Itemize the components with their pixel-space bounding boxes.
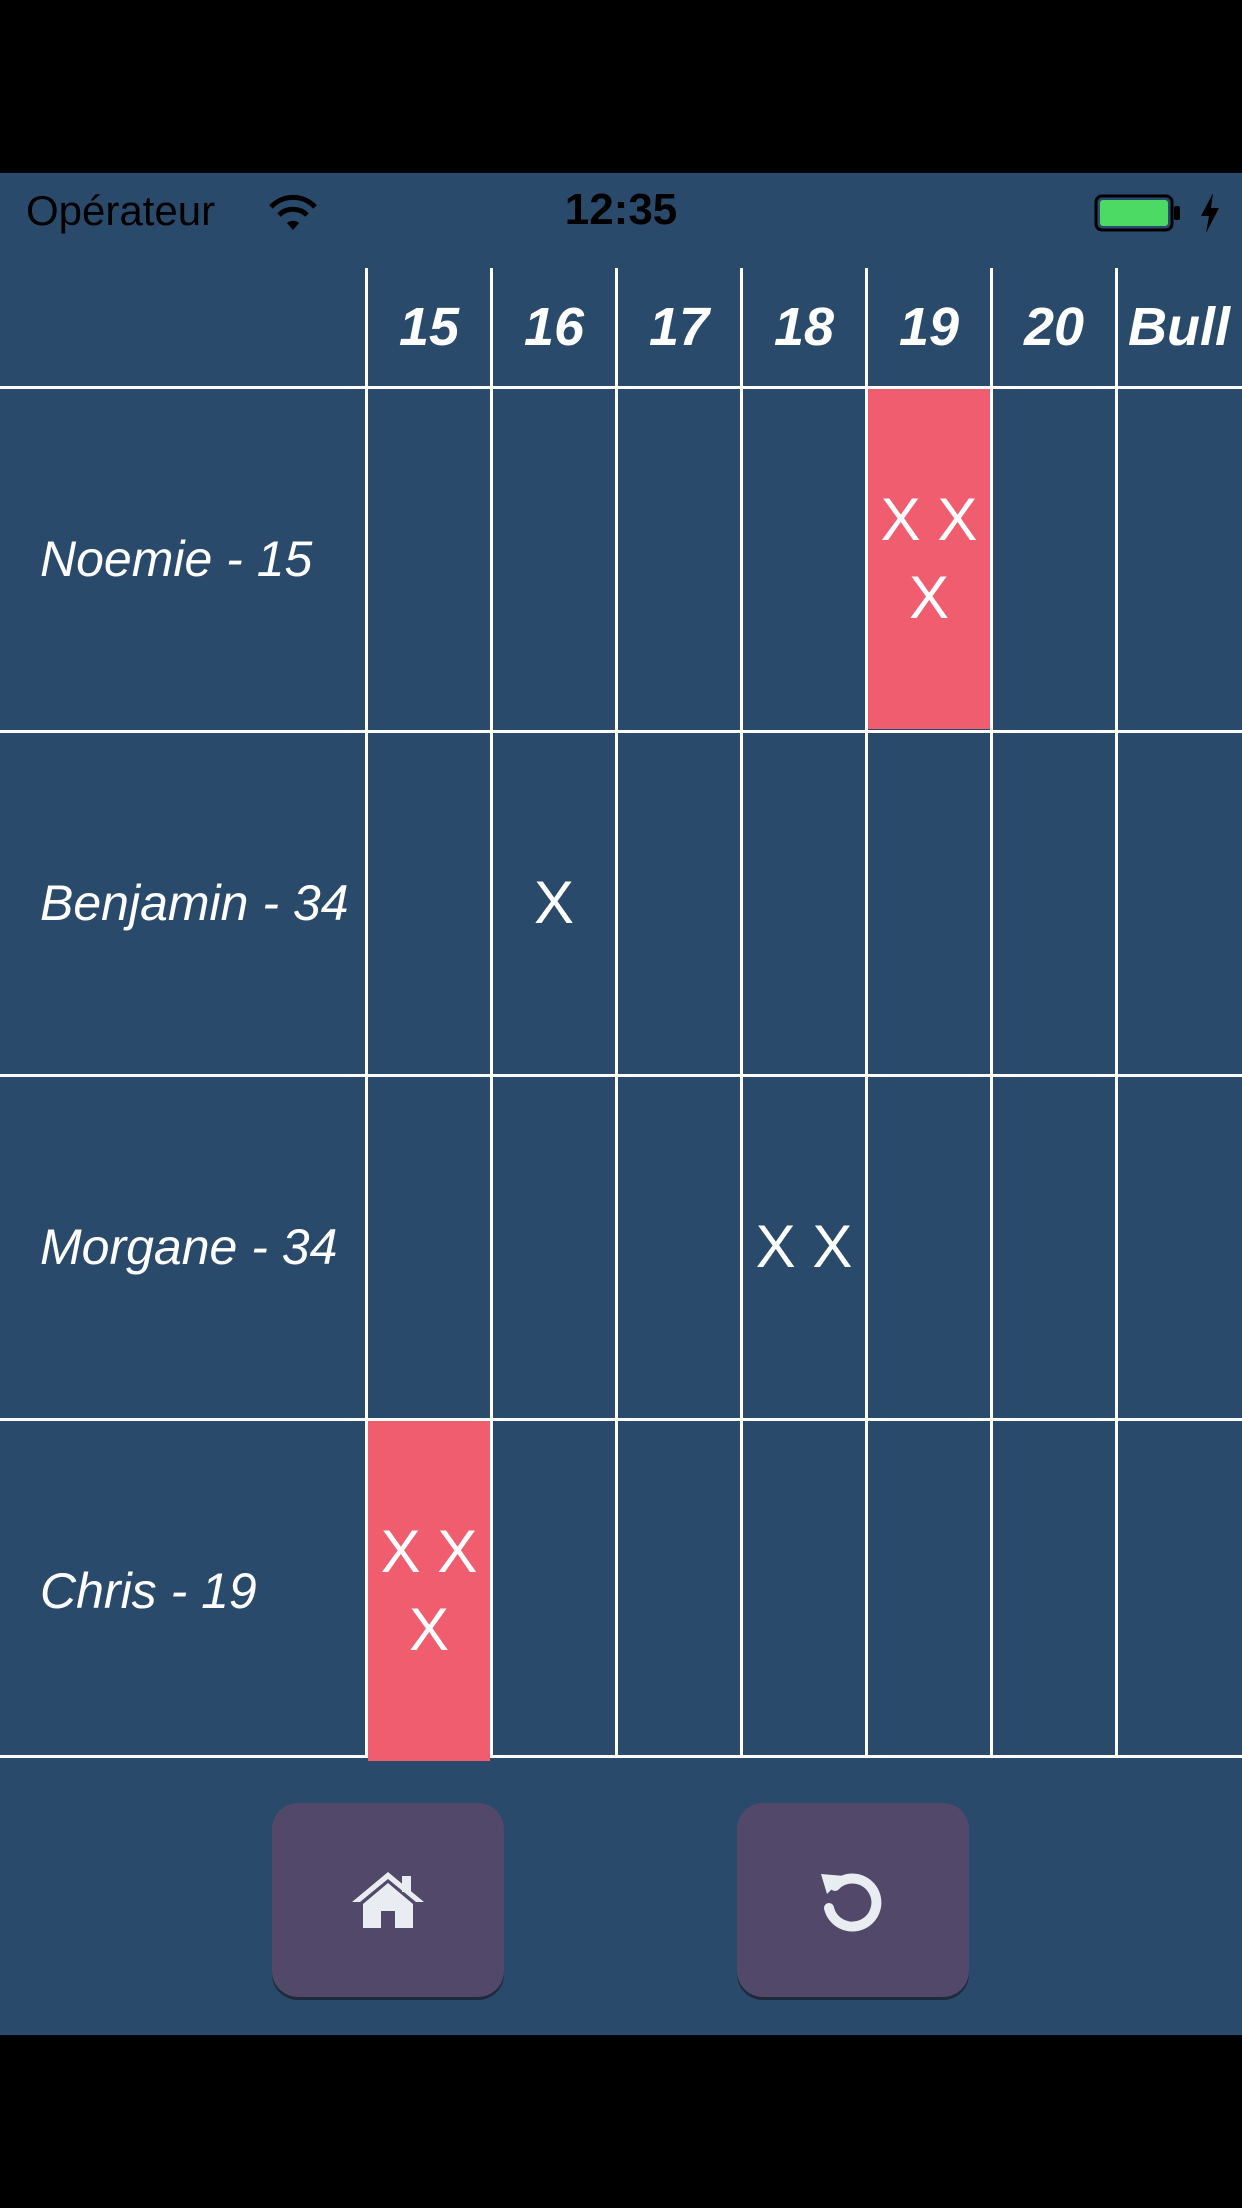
- column-header-15: 15: [398, 297, 460, 357]
- score-cell[interactable]: [743, 389, 865, 729]
- score-cell[interactable]: [993, 733, 1115, 1073]
- player-label: Noemie - 15: [40, 531, 313, 587]
- battery-icon: [1094, 194, 1180, 232]
- status-bar: Opérateur 12:35: [0, 173, 1242, 268]
- score-cell[interactable]: [1118, 1077, 1240, 1417]
- score-cell[interactable]: X X X: [368, 1421, 490, 1761]
- score-cell[interactable]: X X X: [868, 389, 990, 729]
- score-cell[interactable]: [493, 389, 615, 729]
- score-cell[interactable]: [618, 1421, 740, 1761]
- score-cell[interactable]: [868, 1077, 990, 1417]
- score-cell[interactable]: [368, 1077, 490, 1417]
- player-label: Morgane - 34: [40, 1219, 338, 1275]
- score-cell[interactable]: [618, 1077, 740, 1417]
- home-icon: [352, 1872, 424, 1928]
- score-cell[interactable]: [993, 389, 1115, 729]
- player-label: Chris - 19: [40, 1563, 257, 1619]
- player-label: Benjamin - 34: [40, 875, 349, 931]
- app-screen: Opérateur 12:35 15 16 17 18 19 20 Bull Noemie -…: [0, 173, 1242, 2035]
- charging-icon: [1201, 193, 1219, 233]
- restart-icon: [821, 1873, 882, 1932]
- score-cell[interactable]: [493, 1077, 615, 1417]
- score-cell[interactable]: [618, 389, 740, 729]
- column-header-bull: Bull: [1128, 297, 1230, 357]
- score-cell[interactable]: [743, 1421, 865, 1761]
- score-table: 15 16 17 18 19 20 Bull Noemie - 15 X X X Benjamin…: [0, 268, 1242, 1761]
- score-cell[interactable]: [1118, 389, 1240, 729]
- home-button[interactable]: [272, 1803, 504, 1997]
- restart-button[interactable]: [737, 1803, 969, 1997]
- score-cell[interactable]: [868, 733, 990, 1073]
- score-cell[interactable]: X: [493, 733, 615, 1073]
- column-header-17: 17: [648, 297, 710, 357]
- score-cell[interactable]: [993, 1077, 1115, 1417]
- score-cell[interactable]: [493, 1421, 615, 1761]
- score-cell[interactable]: [618, 733, 740, 1073]
- cell-marks: X X: [755, 1213, 853, 1280]
- cell-marks: X X X: [380, 1518, 478, 1663]
- column-header-19: 19: [898, 297, 960, 357]
- score-cell[interactable]: [368, 389, 490, 729]
- score-cell[interactable]: [368, 733, 490, 1073]
- column-header-18: 18: [773, 297, 835, 357]
- score-cell[interactable]: [743, 733, 865, 1073]
- score-cell[interactable]: X X: [743, 1077, 865, 1417]
- cell-marks: X: [533, 869, 575, 936]
- score-cell[interactable]: [868, 1421, 990, 1761]
- score-cell[interactable]: [1118, 733, 1240, 1073]
- cell-marks: X X X: [880, 486, 978, 631]
- score-cell[interactable]: [993, 1421, 1115, 1761]
- score-cell[interactable]: [1118, 1421, 1240, 1761]
- column-header-20: 20: [1023, 297, 1085, 357]
- column-header-16: 16: [523, 297, 585, 357]
- status-time: 12:35: [564, 185, 678, 234]
